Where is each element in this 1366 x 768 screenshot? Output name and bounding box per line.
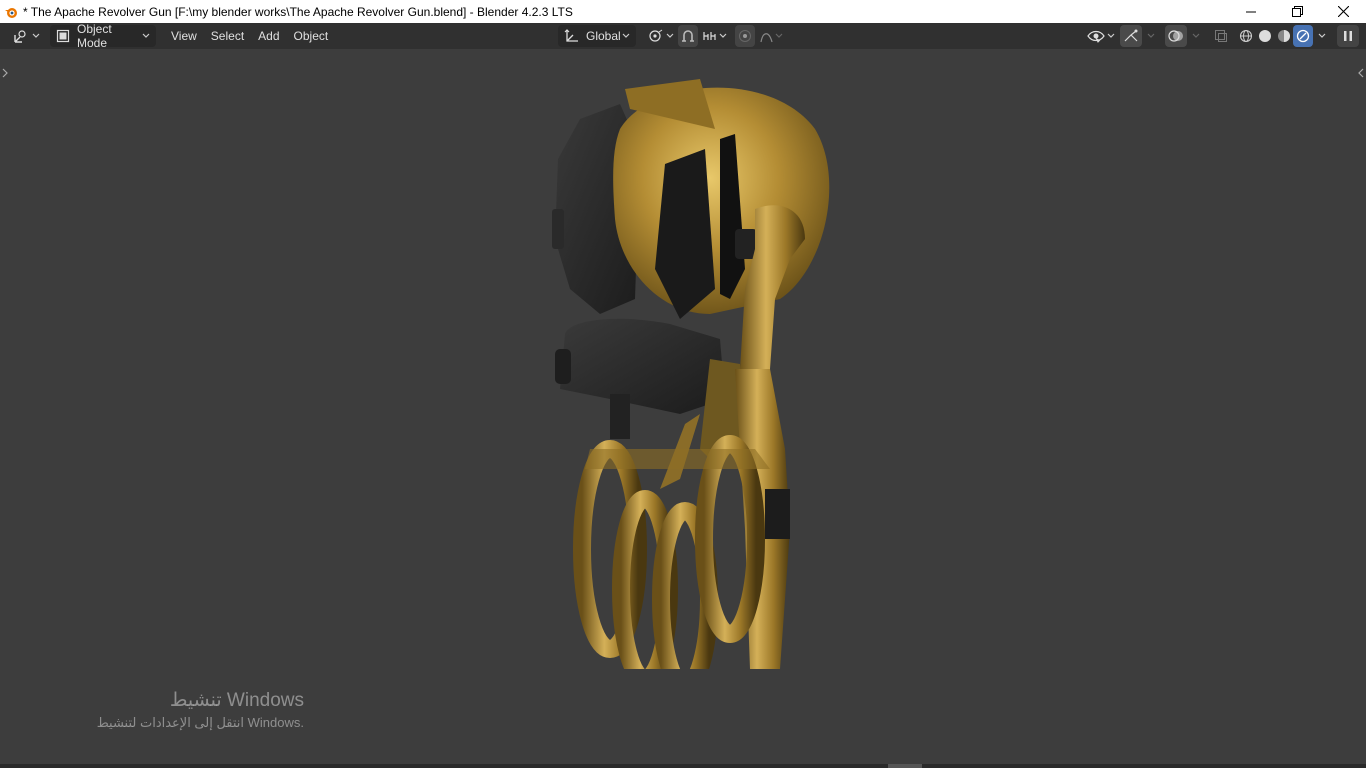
pause-render-button[interactable] (1337, 25, 1359, 47)
mode-label: Object Mode (77, 22, 112, 50)
chevron-down-icon (622, 33, 630, 39)
transform-orientation-dropdown[interactable]: Global (558, 25, 636, 47)
shading-material-button[interactable] (1274, 25, 1294, 47)
object-mode-icon (56, 29, 70, 43)
restore-button[interactable] (1274, 0, 1320, 23)
snap-target-button[interactable] (700, 25, 729, 47)
gizmo-dropdown[interactable] (1145, 25, 1157, 47)
wireframe-icon (1239, 29, 1253, 43)
snap-toggle[interactable] (678, 25, 698, 47)
pivot-point-icon (647, 29, 665, 43)
chevron-down-icon (142, 33, 150, 39)
snap-increment-icon (702, 29, 718, 43)
falloff-icon (759, 29, 775, 43)
shading-wireframe-button[interactable] (1236, 25, 1256, 47)
bottom-edge (0, 764, 1366, 768)
snap-icon (681, 29, 695, 43)
toolbar-toggle-icon[interactable] (2, 65, 8, 83)
editor-type-button[interactable] (8, 25, 44, 47)
overlay-dropdown[interactable] (1190, 25, 1202, 47)
3d-viewport[interactable]: تنشيط Windows انتقل إلى الإعدادات لتنشيط… (0, 49, 1366, 768)
chevron-down-icon (775, 33, 783, 39)
solid-icon (1258, 29, 1272, 43)
visibility-button[interactable] (1085, 25, 1117, 47)
mode-dropdown[interactable]: Object Mode (50, 22, 156, 50)
chevron-down-icon (1192, 33, 1200, 39)
chevron-down-icon (32, 33, 40, 39)
sidebar-toggle-icon[interactable] (1358, 65, 1364, 83)
proportional-edit-toggle[interactable] (735, 25, 755, 47)
windows-activation-watermark: تنشيط Windows انتقل إلى الإعدادات لتنشيط… (60, 689, 304, 733)
transform-orientation-icon (564, 29, 580, 43)
chevron-down-icon (719, 33, 727, 39)
menu-add[interactable]: Add (251, 25, 286, 47)
shading-dropdown[interactable] (1315, 25, 1329, 47)
pause-icon (1343, 30, 1353, 42)
viewport-header: Object Mode View Select Add Object Globa… (0, 22, 1366, 50)
visibility-icon (1087, 29, 1105, 43)
xray-toggle[interactable] (1211, 25, 1231, 47)
chevron-down-icon (1107, 33, 1115, 39)
rendered-icon (1296, 29, 1310, 43)
chevron-down-icon (1147, 33, 1155, 39)
blender-icon (4, 5, 18, 19)
shading-rendered-button[interactable] (1293, 25, 1313, 47)
shading-solid-button[interactable] (1255, 25, 1275, 47)
chevron-down-icon (1318, 33, 1326, 39)
material-preview-icon (1277, 29, 1291, 43)
pivot-point-button[interactable] (644, 25, 677, 47)
window-titlebar: * The Apache Revolver Gun [F:\my blender… (0, 0, 1366, 23)
menu-view[interactable]: View (164, 25, 204, 47)
revolver-model (552, 79, 830, 669)
proportional-edit-icon (738, 29, 752, 43)
watermark-line1: تنشيط Windows (169, 690, 304, 711)
menu-object[interactable]: Object (287, 25, 336, 47)
xray-icon (1214, 29, 1228, 43)
gizmo-toggle[interactable] (1120, 25, 1142, 47)
resize-handle[interactable] (888, 764, 922, 768)
minimize-button[interactable] (1228, 0, 1274, 23)
overlay-toggle[interactable] (1165, 25, 1187, 47)
watermark-line2: انتقل إلى الإعدادات لتنشيط Windows. (96, 715, 304, 730)
orientation-label: Global (586, 29, 621, 43)
editor-type-icon (12, 29, 30, 43)
gizmo-icon (1123, 29, 1139, 43)
falloff-button[interactable] (757, 25, 785, 47)
chevron-down-icon (666, 33, 674, 39)
close-button[interactable] (1320, 0, 1366, 23)
window-title: * The Apache Revolver Gun [F:\my blender… (23, 4, 573, 19)
menu-select[interactable]: Select (204, 25, 251, 47)
overlay-icon (1168, 29, 1184, 43)
